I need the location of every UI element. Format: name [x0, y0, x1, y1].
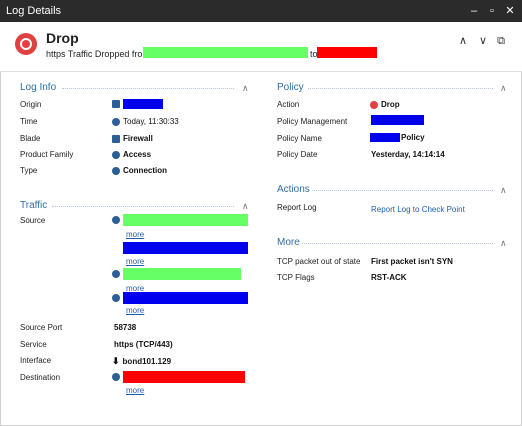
redacted-source-1 — [123, 214, 248, 226]
redacted-source-2 — [123, 242, 248, 254]
time-value: Today, 11:30:33 — [112, 117, 179, 126]
collapse-actions-button[interactable]: ∧ — [500, 185, 507, 195]
section-policy-title: Policy — [277, 82, 304, 93]
drop-icon-small — [370, 100, 378, 109]
report-log-link[interactable]: Report Log to Check Point — [371, 205, 465, 214]
type-text: Connection — [123, 166, 167, 175]
interface-label: Interface — [20, 356, 52, 365]
source-label: Source — [20, 216, 46, 225]
tcp-flags-value: RST-ACK — [371, 273, 407, 282]
redacted-destination — [123, 371, 245, 383]
blade-text: Firewall — [123, 134, 153, 143]
redacted-origin — [123, 99, 163, 109]
access-icon — [112, 150, 120, 159]
type-label: Type — [20, 166, 38, 175]
section-divider — [308, 88, 493, 89]
source-more-link-2[interactable]: more — [126, 257, 144, 266]
service-value: https (TCP/443) — [114, 340, 173, 349]
section-more-title: More — [277, 237, 300, 248]
report-log-label: Report Log — [277, 203, 317, 212]
policy-name-text: Policy — [401, 133, 425, 142]
globe-icon — [112, 373, 120, 381]
origin-value — [112, 99, 163, 109]
origin-label: Origin — [20, 100, 42, 109]
source-port-label: Source Port — [20, 323, 63, 332]
action-text: Drop — [381, 100, 400, 109]
globe-icon — [112, 216, 120, 224]
destination-value — [112, 371, 245, 383]
source-entry-3 — [112, 268, 241, 280]
action-label: Action — [277, 100, 300, 109]
redacted-source-3 — [123, 268, 241, 280]
redacted-policy-name — [370, 133, 400, 142]
type-value: Connection — [112, 166, 167, 175]
collapse-policy-button[interactable]: ∧ — [500, 83, 507, 93]
interface-text: bond101.129 — [122, 357, 172, 366]
blade-label: Blade — [20, 134, 41, 143]
blade-value: Firewall — [112, 134, 153, 143]
redacted-source-4 — [123, 292, 248, 304]
time-label: Time — [20, 117, 38, 126]
window-frame — [0, 22, 522, 426]
source-more-link-4[interactable]: more — [126, 306, 144, 315]
drop-icon — [15, 33, 37, 55]
source-port-value: 58738 — [114, 323, 137, 332]
tcp-packet-out-of-state-value: First packet isn't SYN — [371, 257, 453, 266]
redacted-destination-address — [317, 47, 377, 58]
minimize-button[interactable]: – — [466, 3, 482, 19]
time-text: Today, 11:30:33 — [123, 117, 179, 126]
log-title: Drop — [46, 30, 79, 46]
tcp-flags-label: TCP Flags — [277, 273, 315, 282]
action-value: Drop — [370, 100, 400, 109]
source-entry-1 — [112, 214, 248, 226]
collapse-more-button[interactable]: ∧ — [500, 238, 507, 248]
section-actions-title: Actions — [277, 184, 310, 195]
interface-value: ⬇ bond101.129 — [112, 356, 171, 367]
policy-date-label: Policy Date — [277, 150, 318, 159]
product-family-label: Product Family — [20, 150, 74, 159]
copy-icon[interactable]: ⧉ — [494, 34, 508, 48]
section-divider — [312, 190, 493, 191]
policy-name-label: Policy Name — [277, 134, 322, 143]
close-button[interactable]: ✕ — [502, 3, 518, 19]
source-entry-4 — [112, 292, 248, 304]
next-log-button[interactable]: ∨ — [476, 34, 490, 48]
user-icon — [112, 294, 120, 302]
service-label: Service — [20, 340, 47, 349]
product-family-text: Access — [123, 150, 152, 159]
section-divider — [52, 206, 234, 207]
firewall-icon — [112, 134, 120, 143]
download-arrow-icon: ⬇ — [112, 356, 120, 366]
section-divider — [302, 243, 493, 244]
source-more-link-1[interactable]: more — [126, 230, 144, 239]
previous-log-button[interactable]: ∧ — [456, 34, 470, 48]
gateway-icon — [112, 100, 120, 108]
source-entry-2 — [112, 242, 248, 254]
clock-icon — [112, 117, 120, 126]
application-icon — [112, 270, 120, 278]
collapse-traffic-button[interactable]: ∧ — [242, 201, 249, 211]
section-divider — [62, 88, 234, 89]
policy-management-label: Policy Management — [277, 117, 348, 126]
window-title: Log Details — [6, 5, 62, 17]
redacted-policy-management — [371, 115, 424, 125]
destination-more-link[interactable]: more — [126, 386, 144, 395]
title-bar: Log Details – ▫ ✕ — [0, 0, 522, 22]
section-traffic-title: Traffic — [20, 200, 48, 211]
collapse-log-info-button[interactable]: ∧ — [242, 83, 249, 93]
product-family-value: Access — [112, 150, 151, 159]
section-log-info-title: Log Info — [20, 82, 57, 93]
connection-icon — [112, 166, 120, 175]
redacted-source-address — [143, 47, 308, 58]
destination-label: Destination — [20, 373, 61, 382]
log-subtitle: https Traffic Dropped from — [46, 49, 150, 59]
maximize-button[interactable]: ▫ — [484, 3, 500, 19]
policy-date-value: Yesterday, 14:14:14 — [371, 150, 445, 159]
tcp-packet-out-of-state-label: TCP packet out of state — [277, 257, 361, 266]
policy-name-value: Policy — [370, 133, 425, 142]
